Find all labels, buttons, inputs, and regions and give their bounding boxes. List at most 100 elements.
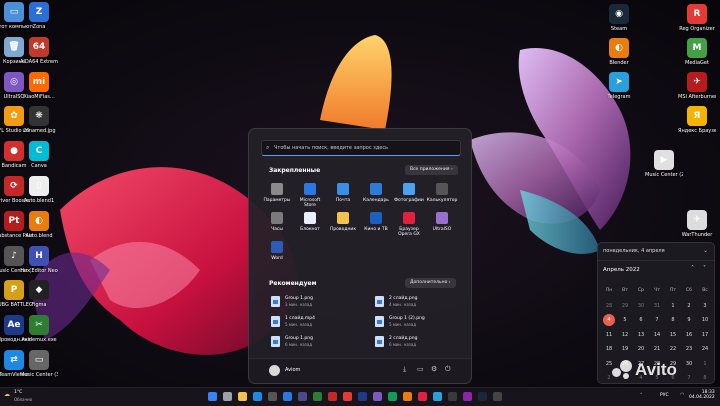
avatar[interactable] xyxy=(269,365,280,376)
calendar-day[interactable]: 19 xyxy=(617,342,633,357)
app-icon[interactable] xyxy=(373,392,382,401)
recommended-item[interactable]: Group 1.png 3 мин. назад xyxy=(271,295,361,309)
all-apps-button[interactable]: Все приложения › xyxy=(405,165,458,175)
desktop-icon[interactable]: ✂ Avidemux.exe xyxy=(20,315,58,343)
calendar-day[interactable]: 30 xyxy=(681,357,697,372)
calendar-day[interactable]: 7 xyxy=(649,313,665,328)
prev-month-icon[interactable]: ˄ xyxy=(691,265,694,272)
task-view-icon[interactable] xyxy=(268,392,277,401)
search-icon[interactable] xyxy=(223,392,232,401)
calendar-day[interactable]: 21 xyxy=(649,342,665,357)
desktop-icon[interactable]: ▶ Music Center (2.0.5) xyxy=(645,150,683,178)
desktop-icon[interactable]: ◐ Blender xyxy=(600,38,638,66)
opera-gx-icon[interactable] xyxy=(418,392,427,401)
app-icon[interactable] xyxy=(313,392,322,401)
file-explorer-icon[interactable] xyxy=(238,392,247,401)
power-icon[interactable]: ⏻ xyxy=(445,365,451,374)
downloads-icon[interactable]: ⤓ xyxy=(403,365,406,374)
calendar-day[interactable]: 24 xyxy=(697,342,713,357)
desktop-icon[interactable]: C Canva xyxy=(20,141,58,169)
desktop-icon[interactable]: H Hex Editor Neo xyxy=(20,245,58,274)
pinned-app[interactable]: Календарь xyxy=(360,183,392,203)
weather-temp[interactable]: 1°C xyxy=(14,390,22,395)
calendar-day[interactable]: 30 xyxy=(633,299,649,314)
settings-gear-icon[interactable]: ⚙ xyxy=(431,365,437,373)
calendar-day[interactable]: 2 xyxy=(681,299,697,314)
calendar-day[interactable]: 1 xyxy=(697,357,713,372)
pinned-app[interactable]: Проводник xyxy=(327,212,359,232)
calendar-day[interactable]: 10 xyxy=(697,313,713,328)
calendar-day[interactable]: 29 xyxy=(617,299,633,314)
desktop-icon[interactable]: ◆ Figma xyxy=(20,280,58,308)
desktop-icon[interactable]: 64 AIDA64 Extreme xyxy=(20,36,58,65)
desktop-icon[interactable]: M MediaGet xyxy=(678,38,716,66)
pinned-app[interactable]: UltraISO xyxy=(426,212,458,232)
next-month-icon[interactable]: ˅ xyxy=(703,265,706,272)
calendar-day[interactable]: 1 xyxy=(665,299,681,314)
windows-start-icon[interactable] xyxy=(208,392,217,401)
user-name[interactable]: Aviom xyxy=(285,367,300,373)
pinned-app[interactable]: Браузер Opera GX xyxy=(393,212,425,237)
telegram-icon[interactable] xyxy=(433,392,442,401)
desktop-icon[interactable]: mi XiaoMiFlas... xyxy=(20,71,58,100)
tray-chevron-icon[interactable]: ˄ xyxy=(640,393,643,399)
calendar-day[interactable]: 4 xyxy=(601,313,617,328)
desktop-icon[interactable]: ◉ Steam xyxy=(600,4,638,32)
app-icon[interactable] xyxy=(448,392,457,401)
chevron-down-icon[interactable]: ⌄ xyxy=(703,247,708,254)
desktop-icon[interactable]: Z Zona xyxy=(20,2,58,30)
calendar-day[interactable]: 12 xyxy=(617,328,633,343)
pinned-app[interactable]: Word xyxy=(261,241,293,261)
pinned-app[interactable]: Калькулятор xyxy=(426,183,458,203)
desktop-icon[interactable]: ➤ Telegram xyxy=(600,72,638,100)
calendar-day[interactable]: 13 xyxy=(633,328,649,343)
calendar-day[interactable]: 14 xyxy=(649,328,665,343)
blender-icon[interactable] xyxy=(403,392,412,401)
calendar-day[interactable]: 23 xyxy=(681,342,697,357)
more-button[interactable]: Дополнительно › xyxy=(405,278,456,288)
desktop-icon[interactable]: R Reg Organizer xyxy=(678,4,716,32)
desktop-icon[interactable]: Я Яндекс Браузер xyxy=(678,106,716,134)
calendar-day[interactable]: 11 xyxy=(601,328,617,343)
desktop-icon[interactable]: ▭ Music Center (3.0) 11.ble... xyxy=(20,350,58,378)
calendar-day[interactable]: 17 xyxy=(697,328,713,343)
desktop-icon[interactable]: ◐ Auto.blend xyxy=(20,210,58,239)
calendar-month[interactable]: Апрель 2022 xyxy=(603,267,640,273)
app-icon[interactable] xyxy=(463,392,472,401)
app-icon[interactable] xyxy=(388,392,397,401)
desktop-icon[interactable]: ▯ Auto.blend1 xyxy=(20,176,58,204)
calendar-day[interactable]: 22 xyxy=(665,342,681,357)
app-icon[interactable] xyxy=(493,392,502,401)
pinned-app[interactable]: Часы xyxy=(261,212,293,232)
desktop-icon[interactable]: ❋ unnamed.jpg xyxy=(20,106,58,134)
recommended-item[interactable]: 2 слайд.png 6 мин. назад xyxy=(375,335,465,349)
start-search-input[interactable]: ⌕ Чтобы начать поиск, введите запрос зде… xyxy=(261,140,461,156)
app-icon[interactable] xyxy=(328,392,337,401)
calendar-day[interactable]: 15 xyxy=(665,328,681,343)
recommended-item[interactable]: Group 1.png 6 мин. назад xyxy=(271,335,361,349)
calendar-day[interactable]: 20 xyxy=(633,342,649,357)
recommended-item[interactable]: 1 слайд.mp4 5 мин. назад xyxy=(271,315,361,329)
wifi-icon[interactable]: ◠ xyxy=(680,392,684,398)
calendar-day[interactable]: 31 xyxy=(649,299,665,314)
edge-icon[interactable] xyxy=(253,392,262,401)
calendar-day[interactable]: 9 xyxy=(681,313,697,328)
recommended-item[interactable]: Group 1 (2).png 5 мин. назад xyxy=(375,315,465,329)
language-indicator[interactable]: РУС xyxy=(660,393,669,398)
pinned-app[interactable]: Кино и ТВ xyxy=(360,212,392,232)
store-icon[interactable] xyxy=(283,392,292,401)
pinned-app[interactable]: Почта xyxy=(327,183,359,203)
calendar-day[interactable]: 7 xyxy=(681,371,697,386)
pinned-app[interactable]: Microsoft Store xyxy=(294,183,326,208)
clock[interactable]: 18:33 04.04.2022 xyxy=(689,390,715,400)
recommended-item[interactable]: 2 слайд.png 4 мин. назад xyxy=(375,295,465,309)
pinned-app[interactable]: Фотографии xyxy=(393,183,425,203)
calendar-day[interactable]: 8 xyxy=(697,371,713,386)
calendar-day[interactable]: 16 xyxy=(681,328,697,343)
pinned-app[interactable]: Блокнот xyxy=(294,212,326,232)
desktop-icon[interactable]: ✈ WarThunder xyxy=(678,210,716,238)
calendar-day[interactable]: 18 xyxy=(601,342,617,357)
desktop-icon[interactable]: ✈ MSI Afterburner xyxy=(678,72,716,100)
app-icon[interactable] xyxy=(298,392,307,401)
pinned-app[interactable]: Параметры xyxy=(261,183,293,203)
